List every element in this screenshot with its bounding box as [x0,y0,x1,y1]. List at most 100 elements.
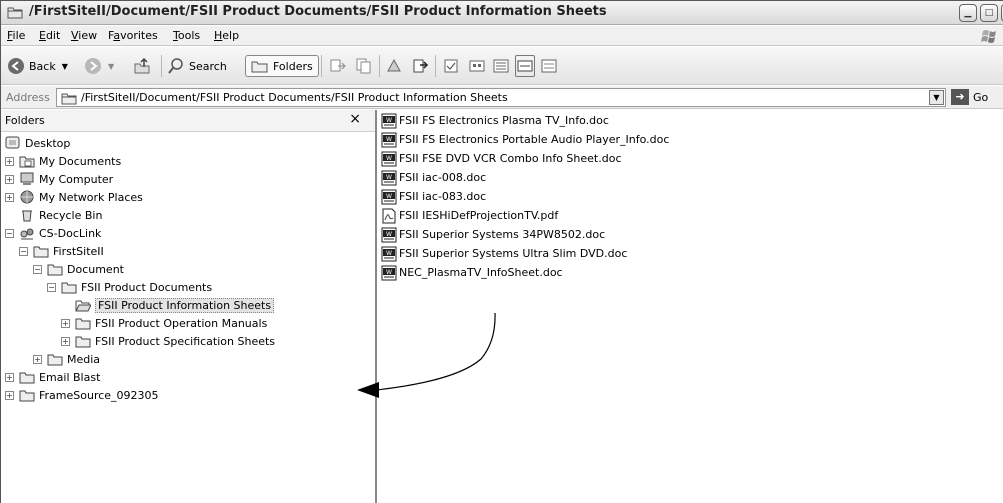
tree-item-label: My Network Places [39,190,143,204]
file-item[interactable]: W FSII FS Electronics Plasma TV_Info.doc [381,111,609,130]
file-item[interactable]: W FSII iac-083.doc [381,187,486,206]
tree-item-document[interactable]: − Document [33,260,124,278]
folders-button[interactable]: Folders [245,55,319,77]
tree-item-fsii-product-documents[interactable]: − FSII Product Documents [47,278,212,296]
forward-arrow-icon [85,58,101,74]
collapse-icon[interactable]: − [47,282,56,292]
explorer-window: /FirstSiteII/Document/FSII Product Docum… [0,0,1003,503]
icons-view-icon [469,60,485,72]
tree-item-label: My Computer [39,172,114,186]
word-doc-icon: W [381,113,397,128]
tree-item-email-blast[interactable]: + Email Blast [5,368,100,386]
expand-icon[interactable]: + [5,192,14,202]
menu-favorites[interactable]: Favorites [108,29,158,42]
folder-icon [19,372,35,384]
menu-edit[interactable]: Edit [39,29,60,42]
title-bar[interactable]: /FirstSiteII/Document/FSII Product Docum… [1,1,1003,25]
word-doc-icon: W [381,132,397,147]
expand-icon[interactable]: + [5,156,14,166]
address-dropdown-icon[interactable]: ▼ [929,90,944,105]
close-icon[interactable]: × [349,111,361,127]
file-item[interactable]: W FSII FS Electronics Portable Audio Pla… [381,130,669,149]
search-button[interactable]: Search [167,55,227,77]
toolbar: Back ▼ ▼ Search Folders [1,47,1003,85]
expand-icon[interactable]: + [61,318,70,328]
tree-item-label: FrameSource_092305 [39,388,159,402]
tree-item-desktop[interactable]: Desktop [5,134,70,152]
address-value[interactable]: /FirstSiteII/Document/FSII Product Docum… [81,91,508,104]
tree-item-my-network-places[interactable]: + My Network Places [5,188,143,206]
view-list-button[interactable] [493,55,509,77]
properties-button[interactable] [443,55,459,77]
expand-icon[interactable]: + [5,174,14,184]
view-thumbnails-button[interactable] [541,55,557,77]
svg-text:W: W [386,250,392,257]
tree-item-my-documents[interactable]: + My Documents [5,152,121,170]
svg-text:W: W [386,136,392,143]
view-icons-button[interactable] [469,55,485,77]
file-name: FSII IESHiDefProjectionTV.pdf [399,209,559,222]
folders-label: Folders [273,59,313,73]
tree-item-framesource-092305[interactable]: + FrameSource_092305 [5,386,159,404]
file-item[interactable]: W FSII iac-008.doc [381,168,486,187]
collapse-icon[interactable]: − [5,228,14,238]
move-to-button[interactable] [329,55,347,77]
address-field[interactable]: /FirstSiteII/Document/FSII Product Docum… [56,88,946,107]
copy-to-button[interactable] [355,55,373,77]
minimize-button[interactable]: ▁ [959,4,977,22]
address-bar: Address /FirstSiteII/Document/FSII Produ… [1,86,1003,109]
tree-item-fsii-product-specification-sheets[interactable]: + FSII Product Specification Sheets [61,332,275,350]
delete-button[interactable] [411,55,429,77]
undo-button[interactable] [385,55,403,77]
search-label: Search [189,59,227,73]
up-folder-button[interactable] [133,55,151,77]
word-doc-icon: W [381,189,397,204]
file-item[interactable]: W NEC_PlasmaTV_InfoSheet.doc [381,263,563,282]
back-button[interactable]: Back ▼ [7,55,68,77]
file-item[interactable]: W FSII Superior Systems Ultra Slim DVD.d… [381,244,627,263]
collapse-icon[interactable]: − [19,246,28,256]
expand-icon[interactable]: + [61,336,70,346]
tree-item-cs-doclink[interactable]: − CS-DocLink [5,224,101,242]
folders-icon [251,61,268,73]
back-arrow-icon [8,58,24,74]
network-places-icon [20,190,34,204]
forward-dropdown-icon[interactable]: ▼ [108,62,114,71]
file-item[interactable]: W FSII FSE DVD VCR Combo Info Sheet.doc [381,149,622,168]
menu-help[interactable]: Help [214,29,239,42]
tree-item-fsii-product-information-sheets[interactable]: FSII Product Information Sheets [75,296,275,314]
file-name: FSII FS Electronics Plasma TV_Info.doc [399,114,609,127]
go-label: Go [973,90,989,104]
my-computer-icon [20,172,34,185]
folders-pane-header: Folders × [1,110,375,132]
folder-icon [7,7,23,19]
tree-item-recycle-bin[interactable]: Recycle Bin [19,206,102,224]
word-doc-icon: W [381,151,397,166]
tree-item-label: FSII Product Operation Manuals [95,316,268,330]
go-button[interactable]: ➜ Go [951,89,988,105]
menu-file[interactable]: File [7,29,25,42]
my-documents-icon [19,156,35,168]
collapse-icon[interactable]: − [33,264,42,274]
expand-icon[interactable]: + [5,372,14,382]
tree-item-label: My Documents [39,154,122,168]
expand-icon[interactable]: + [5,390,14,400]
forward-button[interactable]: ▼ [84,55,114,77]
tree-item-media[interactable]: + Media [33,350,100,368]
tree-item-firstsiteii[interactable]: − FirstSiteII [19,242,104,260]
menu-tools[interactable]: Tools [173,29,200,42]
back-dropdown-icon[interactable]: ▼ [62,62,68,71]
desktop-icon [5,136,20,149]
file-item[interactable]: FSII IESHiDefProjectionTV.pdf [381,206,558,225]
expand-icon[interactable]: + [33,354,42,364]
tree-item-fsii-product-operation-manuals[interactable]: + FSII Product Operation Manuals [61,314,267,332]
svg-text:W: W [386,231,392,238]
folder-icon [33,246,49,258]
tree-item-my-computer[interactable]: + My Computer [5,170,113,188]
file-item[interactable]: W FSII Superior Systems 34PW8502.doc [381,225,605,244]
maximize-button[interactable]: □ [980,4,998,22]
view-details-button[interactable] [515,55,535,77]
toolbar-separator [321,55,322,77]
menu-view[interactable]: View [71,29,97,42]
menu-bar: File Edit View Favorites Tools Help [1,26,1003,46]
